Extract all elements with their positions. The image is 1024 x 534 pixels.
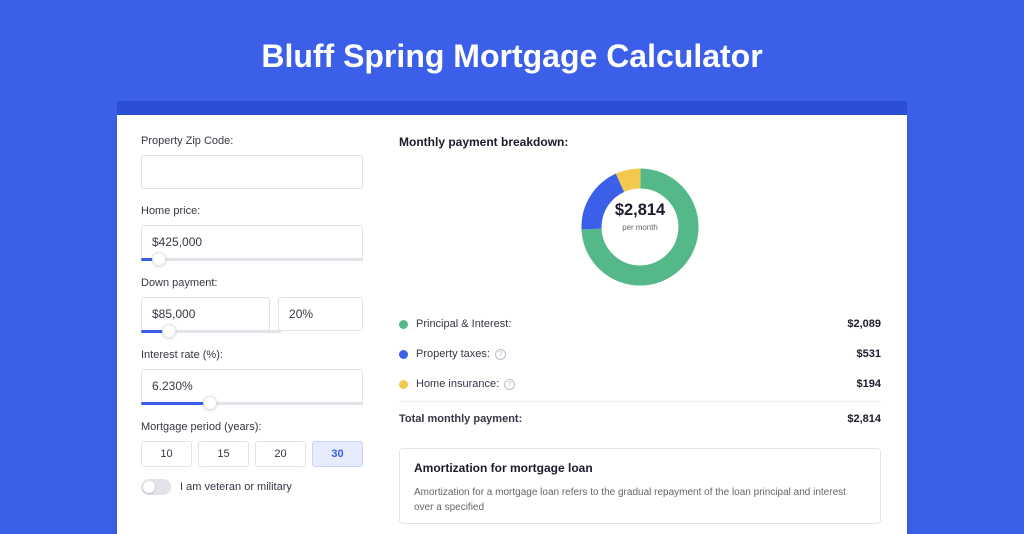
calculator-card: Property Zip Code: Home price: Down paym…: [117, 115, 907, 534]
home-price-slider[interactable]: [141, 258, 363, 261]
legend-label: Property taxes:?: [416, 348, 857, 360]
page-title: Bluff Spring Mortgage Calculator: [0, 0, 1024, 101]
legend-row-1: Property taxes:?$531: [399, 339, 881, 369]
interest-rate-label: Interest rate (%):: [141, 349, 363, 361]
breakdown-title: Monthly payment breakdown:: [399, 135, 881, 149]
down-payment-label: Down payment:: [141, 277, 363, 289]
total-row: Total monthly payment: $2,814: [399, 401, 881, 434]
amortization-card: Amortization for mortgage loan Amortizat…: [399, 448, 881, 524]
breakdown-column: Monthly payment breakdown: $2,814 per mo…: [385, 115, 907, 534]
donut-sub: per month: [600, 224, 679, 233]
home-price-input[interactable]: [141, 225, 363, 259]
inputs-column: Property Zip Code: Home price: Down paym…: [117, 115, 385, 534]
legend-dot: [399, 320, 408, 329]
total-label: Total monthly payment:: [399, 413, 847, 425]
zip-input[interactable]: [141, 155, 363, 189]
legend-value: $2,089: [847, 318, 881, 330]
interest-rate-slider[interactable]: [141, 402, 363, 405]
legend-value: $531: [857, 348, 881, 360]
down-payment-slider-thumb[interactable]: [162, 324, 176, 338]
veteran-label: I am veteran or military: [180, 481, 292, 493]
interest-rate-input[interactable]: [141, 369, 363, 403]
zip-label: Property Zip Code:: [141, 135, 363, 147]
veteran-toggle-row: I am veteran or military: [141, 479, 363, 495]
down-payment-amount-input[interactable]: [141, 297, 270, 331]
info-icon[interactable]: ?: [504, 379, 515, 390]
down-payment-field: Down payment:: [141, 277, 363, 333]
home-price-field: Home price:: [141, 205, 363, 261]
home-price-label: Home price:: [141, 205, 363, 217]
veteran-toggle[interactable]: [141, 479, 171, 495]
amortization-title: Amortization for mortgage loan: [414, 461, 866, 475]
total-value: $2,814: [847, 413, 881, 425]
interest-rate-field: Interest rate (%):: [141, 349, 363, 405]
amortization-body: Amortization for a mortgage loan refers …: [414, 485, 866, 515]
legend-row-0: Principal & Interest:$2,089: [399, 309, 881, 339]
donut-chart: $2,814 per month: [399, 163, 881, 291]
zip-field: Property Zip Code:: [141, 135, 363, 189]
home-price-slider-thumb[interactable]: [152, 252, 166, 266]
mortgage-period-label: Mortgage period (years):: [141, 421, 363, 433]
legend-dot: [399, 350, 408, 359]
legend-value: $194: [857, 378, 881, 390]
donut-amount: $2,814: [600, 203, 679, 221]
info-icon[interactable]: ?: [495, 349, 506, 360]
toggle-knob: [143, 481, 155, 493]
period-button-15[interactable]: 15: [198, 441, 249, 467]
legend-dot: [399, 380, 408, 389]
period-button-10[interactable]: 10: [141, 441, 192, 467]
legend-row-2: Home insurance:?$194: [399, 369, 881, 399]
legend-label: Home insurance:?: [416, 378, 857, 390]
period-button-30[interactable]: 30: [312, 441, 363, 467]
interest-rate-slider-thumb[interactable]: [203, 396, 217, 410]
mortgage-period-field: Mortgage period (years): 10152030: [141, 421, 363, 467]
down-payment-percent-input[interactable]: [278, 297, 363, 331]
down-payment-slider[interactable]: [141, 330, 281, 333]
header-accent: [117, 101, 907, 115]
period-button-20[interactable]: 20: [255, 441, 306, 467]
legend-label: Principal & Interest:: [416, 318, 847, 330]
